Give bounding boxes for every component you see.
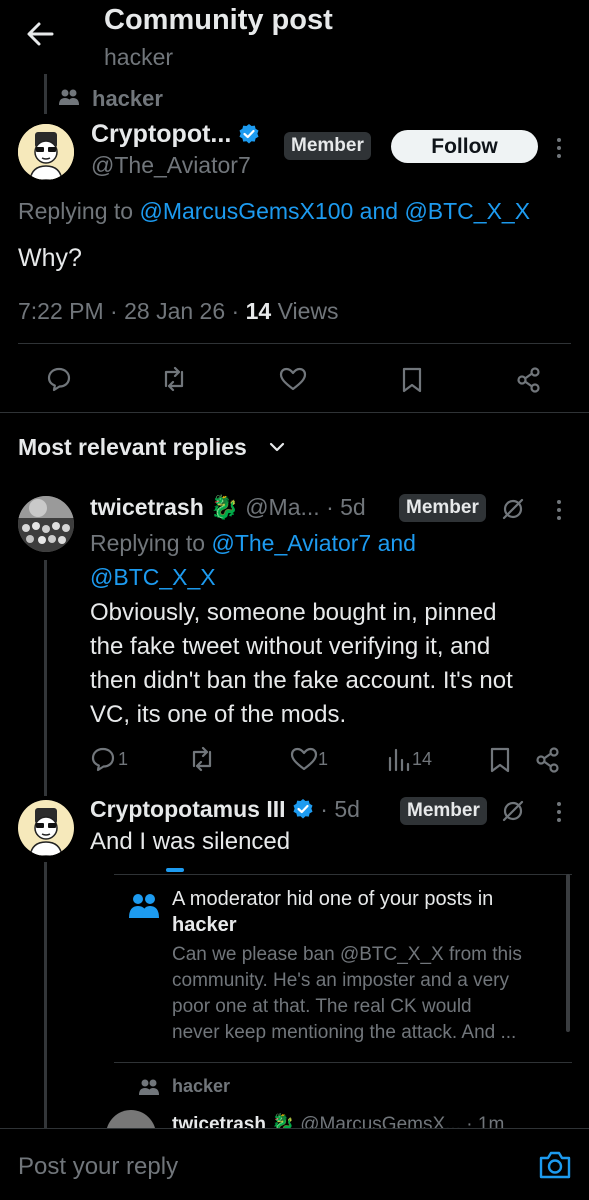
like-icon[interactable] bbox=[279, 366, 307, 392]
thread-line-top bbox=[44, 74, 47, 114]
replies-sort[interactable]: Most relevant replies bbox=[18, 434, 247, 461]
card-body-line: never keep mentioning the attack. And ..… bbox=[172, 1022, 517, 1043]
card-title: A moderator hid one of your posts in bbox=[172, 888, 494, 910]
divider bbox=[114, 1062, 572, 1063]
avatar[interactable] bbox=[18, 496, 74, 552]
chevron-down-icon[interactable] bbox=[268, 440, 286, 454]
back-arrow-icon[interactable] bbox=[22, 16, 58, 52]
reply-input[interactable]: Post your reply bbox=[18, 1153, 178, 1181]
reply-header: twicetrash 🐉 @Ma... · 5d bbox=[90, 494, 366, 521]
camera-icon[interactable] bbox=[538, 1149, 572, 1181]
meta-sep: · bbox=[110, 298, 118, 324]
community-icon bbox=[138, 1078, 160, 1098]
reply-author-handle[interactable]: @Ma... bbox=[245, 494, 319, 520]
views-icon[interactable] bbox=[386, 746, 410, 772]
tab-indicator bbox=[166, 868, 184, 872]
thread-line bbox=[44, 862, 47, 1128]
post-date[interactable]: 28 Jan 26 bbox=[124, 298, 225, 324]
hidden-slash-icon[interactable] bbox=[500, 496, 526, 522]
people-icon bbox=[128, 892, 160, 920]
reply-text-line: Obviously, someone bought in, pinned bbox=[90, 599, 497, 626]
post-time[interactable]: 7:22 PM bbox=[18, 298, 104, 324]
views-count: 14 bbox=[412, 749, 433, 769]
reply-icon[interactable] bbox=[90, 746, 116, 772]
more-options-icon[interactable] bbox=[556, 802, 562, 826]
top-bar: Community post hacker bbox=[0, 0, 589, 72]
reply-text: Obviously, someone bought in, pinned the… bbox=[90, 596, 513, 732]
reply-author-name[interactable]: Cryptopotamus III bbox=[90, 796, 286, 822]
post-text: Why? bbox=[18, 244, 82, 272]
page-subtitle: hacker bbox=[104, 44, 174, 70]
reply-header: Cryptopotamus III · 5d bbox=[90, 796, 360, 823]
page-title: Community post bbox=[104, 4, 333, 36]
verified-badge-icon bbox=[292, 798, 314, 820]
mention-link[interactable]: @The_Aviator7 bbox=[211, 530, 371, 556]
divider bbox=[18, 343, 571, 344]
reply-time[interactable]: 5d bbox=[334, 796, 360, 822]
hidden-slash-icon[interactable] bbox=[500, 798, 526, 824]
more-options-icon[interactable] bbox=[556, 500, 562, 524]
replying-prefix: Replying to bbox=[90, 530, 206, 556]
replying-prefix: Replying to bbox=[18, 198, 134, 224]
community-label[interactable]: hacker bbox=[172, 1076, 230, 1097]
repost-icon[interactable] bbox=[188, 746, 216, 772]
reply-icon[interactable] bbox=[46, 366, 72, 392]
meta-sep: · bbox=[326, 494, 334, 520]
mention-link[interactable]: @BTC_X_X bbox=[404, 198, 530, 224]
replies-sort-label[interactable]: Most relevant replies bbox=[18, 434, 247, 460]
verified-badge-icon bbox=[238, 123, 260, 145]
post-meta: 7:22 PM · 28 Jan 26 · 14 Views bbox=[18, 298, 339, 325]
repost-icon[interactable] bbox=[160, 366, 188, 392]
thread-line bbox=[44, 560, 47, 796]
share-icon[interactable] bbox=[534, 746, 562, 774]
author-handle[interactable]: @The_Aviator7 bbox=[91, 152, 251, 179]
reply-composer: Post your reply bbox=[0, 1128, 589, 1200]
reply-text-line: then didn't ban the fake account. It's n… bbox=[90, 667, 513, 694]
views-label: Views bbox=[277, 298, 339, 324]
divider bbox=[0, 412, 589, 413]
member-badge: Member bbox=[284, 132, 371, 160]
avatar[interactable] bbox=[18, 800, 74, 856]
card-body-line: community. He's an imposter and a very bbox=[172, 970, 509, 991]
replying-to: Replying to @MarcusGemsX100 and @BTC_X_X bbox=[18, 198, 530, 225]
follow-button[interactable]: Follow bbox=[391, 130, 538, 163]
reply-time[interactable]: 5d bbox=[340, 494, 366, 520]
author-name[interactable]: Cryptopot... bbox=[91, 120, 260, 149]
community-icon bbox=[58, 88, 80, 108]
views-count: 14 bbox=[245, 298, 272, 324]
author-name-text[interactable]: Cryptopot... bbox=[91, 120, 231, 148]
share-icon[interactable] bbox=[515, 366, 543, 394]
like-count: 1 bbox=[318, 749, 329, 769]
member-badge: Member bbox=[399, 494, 486, 522]
meta-sep: · bbox=[231, 298, 240, 324]
like-icon[interactable] bbox=[290, 746, 318, 772]
meta-sep: · bbox=[320, 796, 328, 822]
replying-and: and bbox=[359, 198, 399, 224]
card-body: Can we please ban @BTC_X_X from this com… bbox=[172, 942, 522, 1046]
card-scrollbar[interactable] bbox=[566, 874, 570, 1032]
bookmark-icon[interactable] bbox=[400, 366, 424, 394]
reply-text-line: VC, its one of the mods. bbox=[90, 701, 347, 728]
dragon-emoji-icon: 🐉 bbox=[210, 494, 239, 520]
avatar[interactable] bbox=[18, 124, 74, 180]
mention-link[interactable]: @BTC_X_X bbox=[90, 564, 216, 590]
community-label[interactable]: hacker bbox=[92, 86, 163, 112]
reply-text-line: the fake tweet without verifying it, and bbox=[90, 633, 491, 660]
more-options-icon[interactable] bbox=[556, 138, 562, 162]
card-body-line: Can we please ban @BTC_X_X from this bbox=[172, 944, 522, 965]
bookmark-icon[interactable] bbox=[488, 746, 512, 774]
card-community[interactable]: hacker bbox=[172, 914, 237, 937]
mention-link[interactable]: @MarcusGemsX100 bbox=[139, 198, 353, 224]
reply-count: 1 bbox=[118, 749, 129, 769]
card-body-line: poor one at that. The real CK would bbox=[172, 996, 472, 1017]
member-badge: Member bbox=[400, 797, 487, 825]
reply-text: And I was silenced bbox=[90, 828, 291, 855]
reply-author-name[interactable]: twicetrash bbox=[90, 494, 204, 520]
replying-to: Replying to @The_Aviator7 and @BTC_X_X bbox=[90, 526, 470, 594]
replying-and: and bbox=[377, 530, 416, 556]
